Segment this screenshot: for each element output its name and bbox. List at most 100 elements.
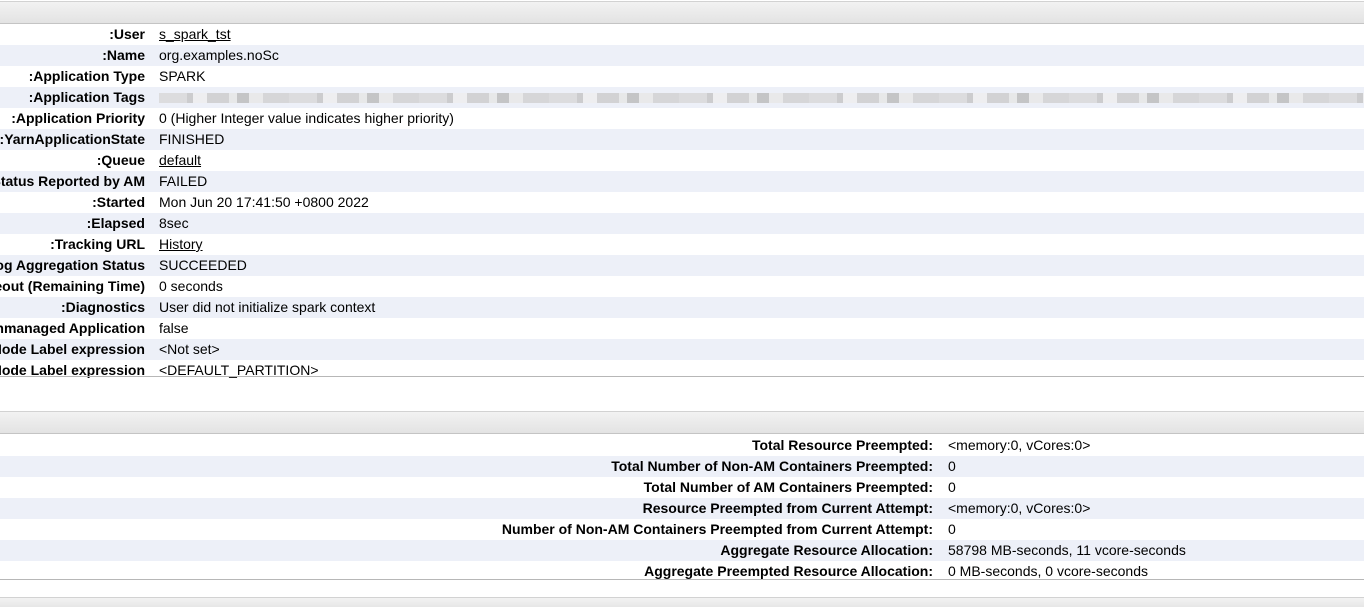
- info-label: Total Resource Preempted:: [0, 435, 948, 456]
- info-row: Total Number of Non-AM Containers Preemp…: [0, 456, 1364, 477]
- info-value: 58798 MB-seconds, 11 vcore-seconds: [948, 542, 1186, 558]
- info-value-cell: 0: [948, 519, 1364, 540]
- info-value-cell: s_spark_tst: [159, 24, 1364, 45]
- info-row: Queue: default: [0, 150, 1364, 171]
- info-value: 0: [948, 521, 956, 537]
- info-label: Total Number of Non-AM Containers Preemp…: [0, 456, 948, 477]
- info-value: <memory:0, vCores:0>: [948, 500, 1091, 516]
- info-value-cell: FINISHED: [159, 129, 1364, 150]
- info-value-cell: org.examples.noSc: [159, 45, 1364, 66]
- info-label: FinalStatus Reported by AM:: [0, 171, 159, 192]
- info-value: 0: [948, 458, 956, 474]
- info-label: Application Node Label expression:: [0, 339, 159, 360]
- info-label: User:: [0, 24, 159, 45]
- info-row: Total Resource Preempted: <memory:0, vCor…: [0, 435, 1364, 456]
- info-row: Tracking URL: History: [0, 234, 1364, 255]
- info-value-cell: default: [159, 150, 1364, 171]
- info-row: Started: Mon Jun 20 17:41:50 +0800 2022: [0, 192, 1364, 213]
- info-value-cell: <DEFAULT_PARTITION>: [159, 360, 1364, 381]
- info-value: FINISHED: [159, 131, 225, 147]
- info-value: 0 MB-seconds, 0 vcore-seconds: [948, 563, 1148, 579]
- info-row: Application Timeout (Remaining Time):0 s…: [0, 276, 1364, 297]
- info-value: User did not initialize spark context: [159, 299, 376, 315]
- info-row: Number of Non-AM Containers Preempted fr…: [0, 519, 1364, 540]
- info-label: Name:: [0, 45, 159, 66]
- info-value-cell: SUCCEEDED: [159, 255, 1364, 276]
- info-row: Name: org.examples.noSc: [0, 45, 1364, 66]
- info-row: Application Tags:: [0, 87, 1364, 108]
- info-value: 0: [948, 479, 956, 495]
- info-value-cell: SPARK: [159, 66, 1364, 87]
- info-value: org.examples.noSc: [159, 47, 279, 63]
- info-value: SUCCEEDED: [159, 257, 247, 273]
- info-label: Application Tags:: [0, 87, 159, 108]
- overview-header-bar: [0, 1, 1364, 24]
- info-value-cell: Mon Jun 20 17:41:50 +0800 2022: [159, 192, 1364, 213]
- info-value: 0 seconds: [159, 278, 223, 294]
- info-label: AM container Node Label expression:: [0, 360, 159, 381]
- info-row: Application Node Label expression:<Not s…: [0, 339, 1364, 360]
- info-value: <memory:0, vCores:0>: [948, 437, 1091, 453]
- info-label: Diagnostics:: [0, 297, 159, 318]
- info-value-link[interactable]: default: [159, 152, 201, 168]
- info-label: Log Aggregation Status:: [0, 255, 159, 276]
- info-label: Aggregate Resource Allocation:: [0, 540, 948, 561]
- info-value-cell: 0 seconds: [159, 276, 1364, 297]
- info-value-cell: <Not set>: [159, 339, 1364, 360]
- info-label: Queue:: [0, 150, 159, 171]
- info-label: Total Number of AM Containers Preempted:: [0, 477, 948, 498]
- info-value: false: [159, 320, 189, 336]
- info-value-cell: 0: [948, 477, 1364, 498]
- info-value-cell: User did not initialize spark context: [159, 297, 1364, 318]
- info-row: Unmanaged Application:false: [0, 318, 1364, 339]
- info-value: <Not set>: [159, 341, 220, 357]
- info-label: Application Type:: [0, 66, 159, 87]
- info-row: Total Number of AM Containers Preempted:…: [0, 477, 1364, 498]
- info-label: YarnApplicationState:: [0, 129, 159, 150]
- info-value-cell: <memory:0, vCores:0>: [948, 498, 1364, 519]
- info-row: FinalStatus Reported by AM:FAILED: [0, 171, 1364, 192]
- info-value-cell: 0 (Higher Integer value indicates higher…: [159, 108, 1364, 129]
- info-value: Mon Jun 20 17:41:50 +0800 2022: [159, 194, 369, 210]
- info-label: Application Timeout (Remaining Time):: [0, 276, 159, 297]
- info-value: 0 (Higher Integer value indicates higher…: [159, 110, 454, 126]
- attempts-header-bar: [0, 597, 1364, 607]
- info-row: YarnApplicationState:FINISHED: [0, 129, 1364, 150]
- metrics-header-bar: [0, 411, 1364, 434]
- application-overview-table: User: s_spark_tst Name: org.examples.noSc Ap…: [0, 24, 1364, 381]
- info-value-cell: <memory:0, vCores:0>: [948, 435, 1364, 456]
- info-value-link[interactable]: s_spark_tst: [159, 26, 231, 42]
- info-label: Resource Preempted from Current Attempt:: [0, 498, 948, 519]
- info-row: User: s_spark_tst: [0, 24, 1364, 45]
- info-value: FAILED: [159, 173, 208, 189]
- info-label: Application Priority:: [0, 108, 159, 129]
- application-page: User: s_spark_tst Name: org.examples.noSc Ap…: [0, 0, 1364, 607]
- info-row: Resource Preempted from Current Attempt:…: [0, 498, 1364, 519]
- info-row: Diagnostics: User did not initialize spar…: [0, 297, 1364, 318]
- redacted-value: [159, 93, 1364, 104]
- info-value-cell: [159, 87, 1364, 108]
- info-value: SPARK: [159, 68, 206, 84]
- info-value-cell: 0: [948, 456, 1364, 477]
- info-label: Started:: [0, 192, 159, 213]
- info-label: Number of Non-AM Containers Preempted fr…: [0, 519, 948, 540]
- info-row: Log Aggregation Status:SUCCEEDED: [0, 255, 1364, 276]
- metrics-divider: [0, 579, 1364, 580]
- info-value-cell: History: [159, 234, 1364, 255]
- info-value-link[interactable]: History: [159, 236, 203, 252]
- info-row: Application Type: SPARK: [0, 66, 1364, 87]
- info-row: Application Priority: 0 (Higher Integer v…: [0, 108, 1364, 129]
- info-row: Elapsed: 8sec: [0, 213, 1364, 234]
- info-label: Unmanaged Application:: [0, 318, 159, 339]
- info-value-cell: 8sec: [159, 213, 1364, 234]
- info-value: 8sec: [159, 215, 189, 231]
- info-row: Aggregate Resource Allocation: 58798 MB-s…: [0, 540, 1364, 561]
- info-value-cell: 58798 MB-seconds, 11 vcore-seconds: [948, 540, 1364, 561]
- info-value-cell: FAILED: [159, 171, 1364, 192]
- info-row: AM container Node Label expression:<DEFA…: [0, 360, 1364, 381]
- info-label: Elapsed:: [0, 213, 159, 234]
- overview-divider: [0, 376, 1364, 377]
- info-value-cell: false: [159, 318, 1364, 339]
- info-label: Tracking URL:: [0, 234, 159, 255]
- application-metrics-table: Total Resource Preempted: <memory:0, vCor…: [0, 435, 1364, 582]
